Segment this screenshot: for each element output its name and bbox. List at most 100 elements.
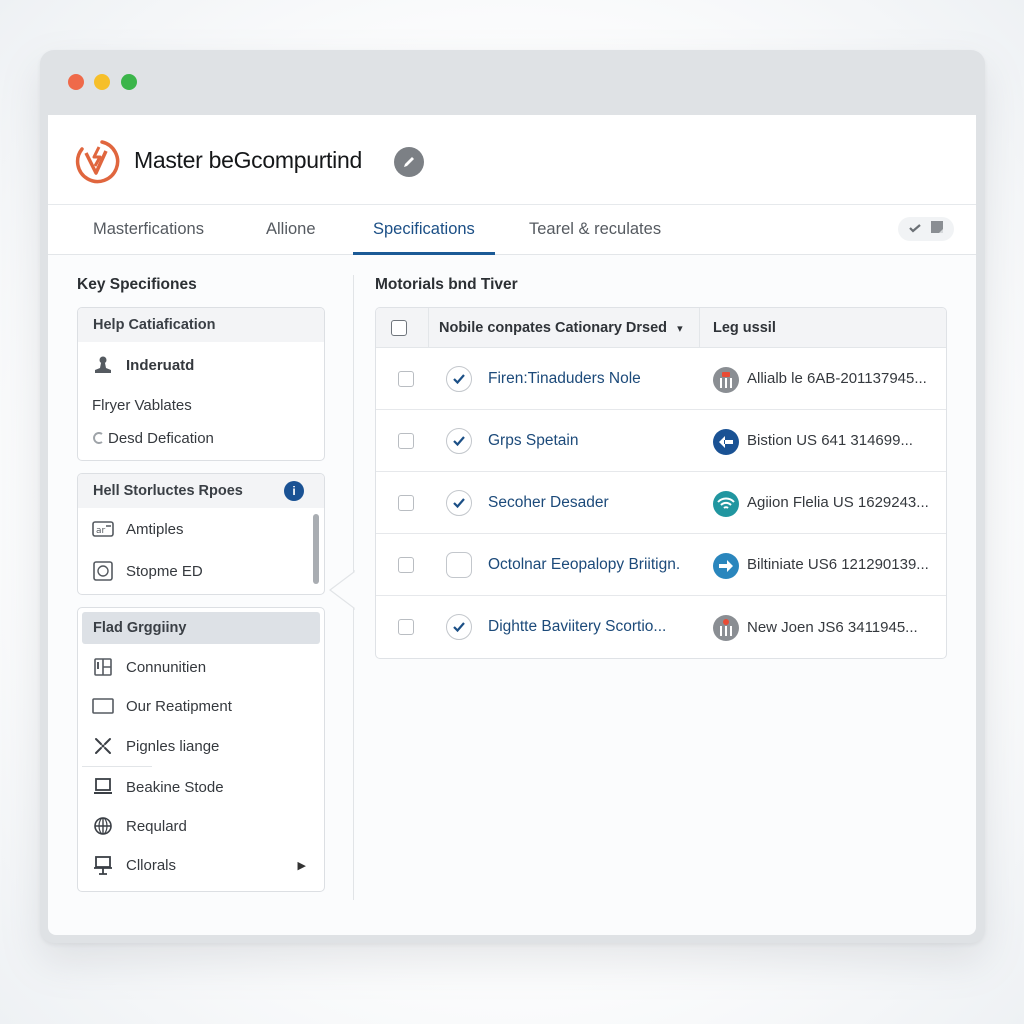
list-item-cllorals[interactable]: Cllorals ▶ [78,845,324,885]
card-header: Flad Grggiiny [82,612,320,644]
minimize-window-button[interactable] [94,74,110,90]
scrollbar-thumb[interactable] [313,514,319,584]
app-window: Master beGcompurtind Masterfications All… [40,50,985,943]
card-flad-grggiiny: Flad Grggiiny Connunitien Our Reatipment [77,607,325,892]
list-item-label: Beakine Stode [126,778,224,796]
list-item-stopme-ed[interactable]: Stopme ED [78,550,324,592]
tab-bar: Masterfications Allione Specifications T… [48,205,976,255]
pencil-icon[interactable] [394,147,424,177]
row-name-link[interactable]: Secoher Desader [488,494,609,512]
bolt-v-circle-icon [72,135,122,185]
arrow-right-icon [713,553,739,579]
list-item-desd-defication[interactable]: Desd Defication [78,422,324,454]
table-row[interactable]: Grps Spetain Bistion US 641 314699... [376,410,946,472]
pointer-notch [329,570,355,610]
select-all-cell [376,308,429,348]
tab-tearel-reculates[interactable]: Tearel & reculates [509,205,681,255]
list-item-requlard[interactable]: Requlard [78,807,324,845]
badge-icon [92,560,114,582]
row-value: Allialb le 6AB-201137945... [747,370,927,387]
presentation-icon [92,854,114,876]
card-header-label: Hell Storluctes Rpoes [93,483,243,499]
maximize-window-button[interactable] [121,74,137,90]
materials-table: Nobile conpates Cationary Drsed ▾ Leg us… [375,307,947,659]
check-circle-icon[interactable] [446,366,472,392]
list-item-pignles-liange[interactable]: Pignles liange [78,726,324,766]
list-item-label: Stopme ED [126,562,203,580]
laptop-icon [92,776,114,798]
list-item-label: Pignles liange [126,737,220,755]
tab-specifications[interactable]: Specifications [353,205,495,255]
card-help-catiafication: Help Catiafication Inderuatd Flryer Vabl… [77,307,325,461]
window-titlebar [40,50,985,115]
app-header: Master beGcompurtind [48,115,976,205]
tab-allione[interactable]: Allione [246,205,336,255]
table-row[interactable]: Firen:Tinaduders Nole Allialb le 6AB-201… [376,348,946,410]
right-panel-title: Motorials bnd Tiver [375,276,518,293]
card-hell-storluctes: Hell Storluctes Rpoes i ar Amtiples Stop… [77,473,325,595]
list-item-flryer-vablates[interactable]: Flryer Vablates [78,388,324,422]
app-title: Master beGcompurtind [134,147,362,173]
row-value: Agiion Flelia US 1629243... [747,494,929,511]
note-icon[interactable] [931,220,943,238]
select-all-checkbox[interactable] [391,320,407,336]
sort-down-icon[interactable]: ▾ [677,323,683,335]
left-panel-title: Key Specifiones [77,276,197,293]
row-checkbox[interactable] [398,495,414,511]
check-icon[interactable] [909,220,921,238]
list-item-label: Flryer Vablates [92,396,192,414]
tab-actions [898,217,954,241]
column-header-label: Nobile conpates Cationary Drsed [439,320,668,336]
list-item-label: Amtiples [126,520,184,538]
info-icon[interactable]: i [284,481,304,501]
column-header-name[interactable]: Nobile conpates Cationary Drsed ▾ [429,308,700,348]
check-circle-icon[interactable] [446,490,472,516]
row-name-link[interactable]: Firen:Tinaduders Nole [488,370,641,388]
list-item-label: Desd Defication [108,429,214,447]
row-name-link[interactable]: Grps Spetain [488,432,578,450]
list-item-beakine-stode[interactable]: Beakine Stode [78,767,324,807]
table-header: Nobile conpates Cationary Drsed ▾ Leg us… [376,308,946,348]
list-item-label: Our Reatipment [126,697,232,715]
rectangle-icon [92,695,114,717]
card-header: Help Catiafication [78,308,324,342]
list-item-inderuatd[interactable]: Inderuatd [78,342,324,388]
card-header: Hell Storluctes Rpoes i [78,474,324,508]
column-header-leg-ussil[interactable]: Leg ussil [700,308,776,348]
scatter-icon [92,735,114,757]
svg-text:ar: ar [96,526,106,536]
list-item-label: Connunitien [126,658,207,676]
table-row[interactable]: Octolnar Eeopalopy Briitign. Biltiniate … [376,534,946,596]
row-checkbox[interactable] [398,433,414,449]
arrow-left-icon [713,429,739,455]
row-name-link[interactable]: Octolnar Eeopalopy Briitign. [488,556,680,574]
globe-icon [92,815,114,837]
chevron-right-icon[interactable]: ▶ [298,859,306,872]
table-row[interactable]: Dightte Baviitery Scortio... New Joen JS… [376,596,946,658]
list-item-label: Cllorals [126,856,177,874]
list-item-label: Requlard [126,817,187,835]
close-window-button[interactable] [68,74,84,90]
row-checkbox[interactable] [398,557,414,573]
user-icon [92,354,114,376]
check-circle-icon[interactable] [446,428,472,454]
row-value: Biltiniate US6 121290139... [747,556,929,573]
list-item-label: Inderuatd [126,356,195,374]
list-item-our-reatipment[interactable]: Our Reatipment [78,686,324,726]
app-content: Master beGcompurtind Masterfications All… [48,115,976,935]
row-checkbox[interactable] [398,371,414,387]
wifi-icon [713,491,739,517]
tab-masterfications[interactable]: Masterfications [73,205,224,255]
table-row[interactable]: Secoher Desader Agiion Flelia US 1629243… [376,472,946,534]
row-checkbox[interactable] [398,619,414,635]
list-item-connunitien[interactable]: Connunitien [78,648,324,686]
empty-checkbox-icon[interactable] [446,552,472,578]
row-value: Bistion US 641 314699... [747,432,913,449]
grid-red-dot-icon [713,615,739,641]
check-circle-icon[interactable] [446,614,472,640]
list-item-amtiples[interactable]: ar Amtiples [78,508,324,550]
row-name-link[interactable]: Dightte Baviitery Scortio... [488,618,666,636]
id-card-icon: ar [92,518,114,540]
left-panel: Key Specifiones Help Catiafication Inder… [76,255,328,935]
refresh-icon [92,427,104,449]
